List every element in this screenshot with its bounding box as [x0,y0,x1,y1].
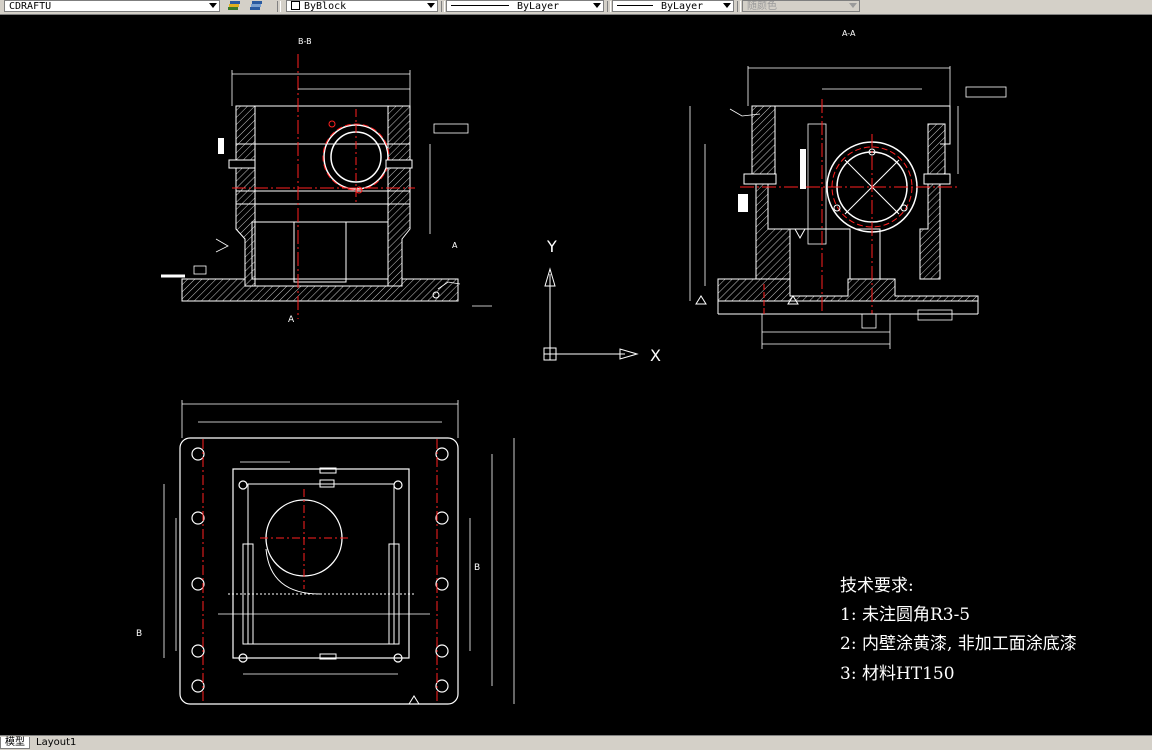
layer-previous-icon[interactable] [249,1,263,12]
chevron-down-icon[interactable] [427,3,435,8]
section-arrow-a-label: A [288,315,295,325]
layout-tab-bar: 模型 Layout1 [0,735,1152,750]
chevron-down-icon [849,3,857,8]
lineweight-combo[interactable]: ByLayer [612,0,734,12]
layer-states-icon[interactable] [227,1,241,12]
color-combo-value: ByBlock [304,1,347,12]
lineweight-combo-value: ByLayer [661,1,704,12]
drawing-canvas[interactable]: B-B A A A-A Y X B B 技术要求: 1: 未注圆角R3-5 2:… [0,14,1152,735]
notes-item-2: 2: 内壁涂黄漆, 非加工面涂底漆 [840,634,1077,654]
plotstyle-combo-value: 随颜色 [747,1,777,12]
chevron-down-icon[interactable] [723,3,731,8]
notes-title: 技术要求: [840,576,914,596]
section-aa-view[interactable]: A-A [689,29,1007,349]
linetype-combo-value: ByLayer [517,1,560,12]
linetype-swatch [451,5,509,6]
chevron-down-icon[interactable] [593,3,601,8]
toolbar-separator [277,1,281,12]
lineweight-swatch [617,5,653,6]
section-bb-view[interactable]: B-B A A [161,37,492,325]
toolbar-separator [607,1,611,12]
section-bb-label: B-B [298,37,312,46]
section-aa-label: A-A [842,29,856,38]
plan-view[interactable]: B B [136,400,515,705]
toolbar-separator [441,1,445,12]
toolbar-separator [737,1,741,12]
layer-combo[interactable]: CDRAFTU [4,0,220,12]
color-combo[interactable]: ByBlock [286,0,438,12]
linetype-combo[interactable]: ByLayer [446,0,604,12]
section-arrow-b-right-label: B [474,563,480,573]
ucs-x-label: X [650,346,661,365]
section-arrow-b-left-label: B [136,629,142,639]
color-swatch [291,1,300,10]
tab-model[interactable]: 模型 [0,737,30,749]
section-arrow-a-right-label: A [452,241,458,250]
ucs-icon: Y X [543,237,661,365]
notes-item-3: 3: 材料HT150 [840,664,955,684]
plotstyle-combo: 随颜色 [742,0,860,12]
technical-requirements[interactable]: 技术要求: 1: 未注圆角R3-5 2: 内壁涂黄漆, 非加工面涂底漆 3: 材… [840,576,1077,684]
ucs-y-label: Y [546,237,557,256]
tab-layout1[interactable]: Layout1 [32,737,86,749]
notes-item-1: 1: 未注圆角R3-5 [840,605,970,625]
properties-toolbar: CDRAFTU ByBlock ByLayer ByLayer 随颜色 [0,0,1152,15]
layer-combo-value: CDRAFTU [9,1,52,12]
chevron-down-icon[interactable] [209,3,217,8]
